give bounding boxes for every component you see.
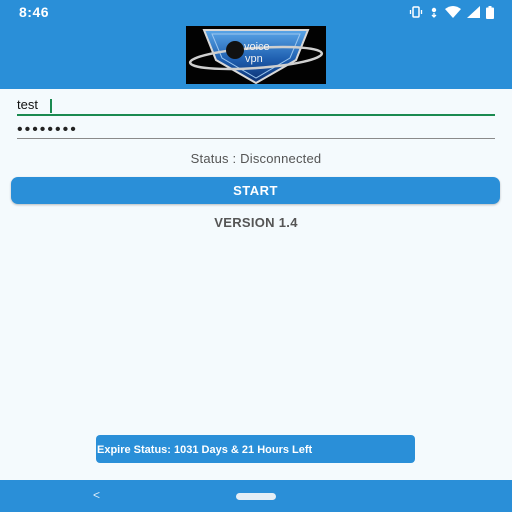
svg-text:vpn: vpn [245,53,263,65]
wifi-icon [445,6,461,18]
vibrate-icon [409,6,423,18]
signal-icon [467,6,480,18]
app-screen: 8:46 voice vpn test •••••••• Status: Di… [0,0,512,512]
status-icons [409,5,494,19]
password-input[interactable] [17,122,495,139]
home-handle[interactable] [236,493,276,500]
start-button[interactable]: START [11,177,500,204]
text-cursor [50,99,52,113]
expire-status-button[interactable]: Expire Status: 1031 Days & 21 Hours Left [96,435,415,463]
back-icon[interactable]: < [93,489,100,501]
connection-status: Status : Disconnected [190,151,322,166]
data-saver-icon [429,6,439,18]
battery-icon [486,5,494,19]
app-logo: voice vpn [186,26,326,84]
username-input[interactable] [17,96,495,116]
navigation-bar: < [0,480,512,512]
status-time: 8:46 [19,4,50,20]
svg-text:voice: voice [244,41,270,53]
app-header: 8:46 voice vpn [0,0,512,89]
version-label: VERSION 1.4 [214,215,298,230]
